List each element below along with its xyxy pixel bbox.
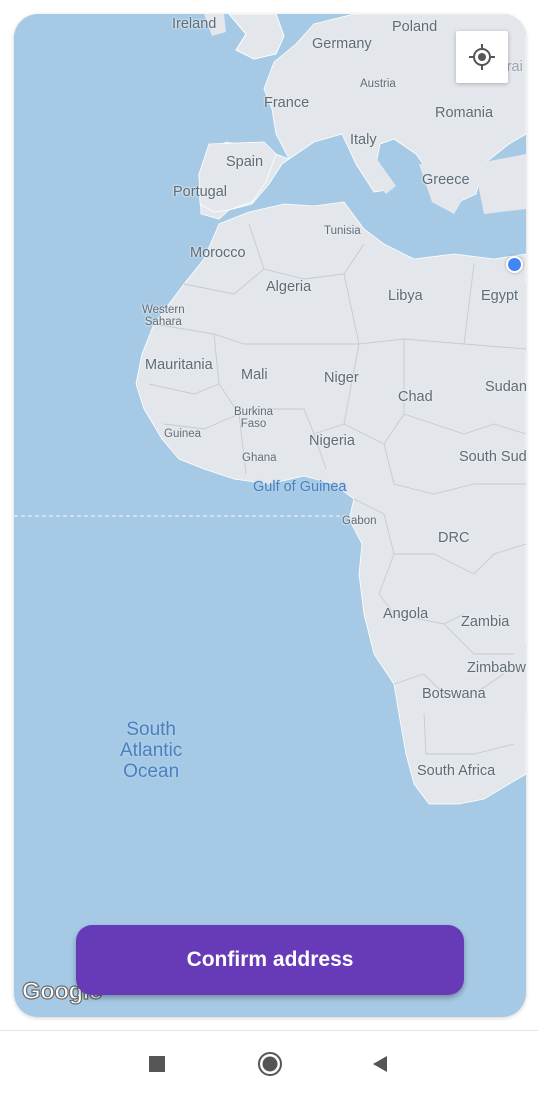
country-label-south-africa: South Africa — [417, 763, 496, 779]
country-label-germany: Germany — [312, 36, 372, 52]
country-label-guinea: Guinea — [164, 428, 202, 440]
land-madagascar — [519, 644, 526, 714]
land-uk — [228, 14, 285, 60]
country-label-austria: Austria — [360, 78, 396, 90]
country-label-italy: Italy — [350, 132, 377, 148]
country-label-mali: Mali — [241, 367, 268, 383]
country-label-poland: Poland — [392, 19, 438, 35]
land-iberia — [198, 141, 277, 213]
back-button[interactable] — [367, 1051, 393, 1077]
water-label-south-atlantic-ocean: South Atlantic Ocean — [120, 719, 183, 782]
land-africa — [135, 201, 526, 805]
square-stop-icon — [149, 1056, 165, 1072]
country-label-zimbabwe: Zimbabw — [467, 660, 526, 676]
confirm-address-button[interactable]: Confirm address — [76, 925, 464, 995]
country-label-spain: Spain — [226, 154, 264, 170]
country-label-nigeria: Nigeria — [309, 433, 355, 449]
country-label-romania: Romania — [435, 105, 494, 121]
country-label-botswana: Botswana — [422, 686, 486, 702]
map-canvas — [14, 14, 526, 805]
system-nav-bar — [0, 1030, 538, 1097]
current-location-marker — [506, 256, 523, 273]
country-label-egypt: Egypt — [481, 288, 519, 304]
country-label-algeria: Algeria — [266, 279, 312, 295]
recents-button[interactable] — [144, 1051, 170, 1077]
my-location-button[interactable] — [456, 31, 508, 83]
triangle-back-icon — [373, 1056, 387, 1072]
country-label-morocco: Morocco — [190, 245, 246, 261]
home-button[interactable] — [257, 1051, 283, 1077]
country-label-ghana: Ghana — [242, 452, 277, 464]
map-view[interactable]: Ireland Germany Poland Ukrai Austria Fra… — [14, 14, 526, 1017]
country-label-niger: Niger — [324, 370, 359, 386]
country-label-south-sudan: South Sud — [459, 449, 526, 465]
country-label-greece: Greece — [422, 172, 470, 188]
country-label-chad: Chad — [398, 389, 433, 405]
country-label-burkina-faso: Burkina Faso — [234, 406, 273, 431]
country-label-ireland: Ireland — [172, 16, 217, 32]
country-label-france: France — [264, 95, 310, 111]
water-label-gulf-of-guinea: Gulf of Guinea — [253, 479, 347, 495]
country-label-mauritania: Mauritania — [145, 357, 213, 373]
country-label-angola: Angola — [383, 606, 429, 622]
country-label-gabon: Gabon — [342, 515, 377, 527]
land-turkey — [474, 154, 526, 214]
circle-home-icon — [258, 1052, 282, 1076]
country-label-portugal: Portugal — [173, 184, 228, 200]
country-label-drc: DRC — [438, 530, 470, 546]
country-label-libya: Libya — [388, 288, 423, 304]
country-label-zambia: Zambia — [461, 614, 510, 630]
my-location-crosshair-icon — [469, 44, 495, 70]
country-label-sudan: Sudan — [485, 379, 526, 395]
country-label-western-sahara: Western Sahara — [142, 304, 185, 329]
country-label-tunisia: Tunisia — [324, 225, 361, 237]
